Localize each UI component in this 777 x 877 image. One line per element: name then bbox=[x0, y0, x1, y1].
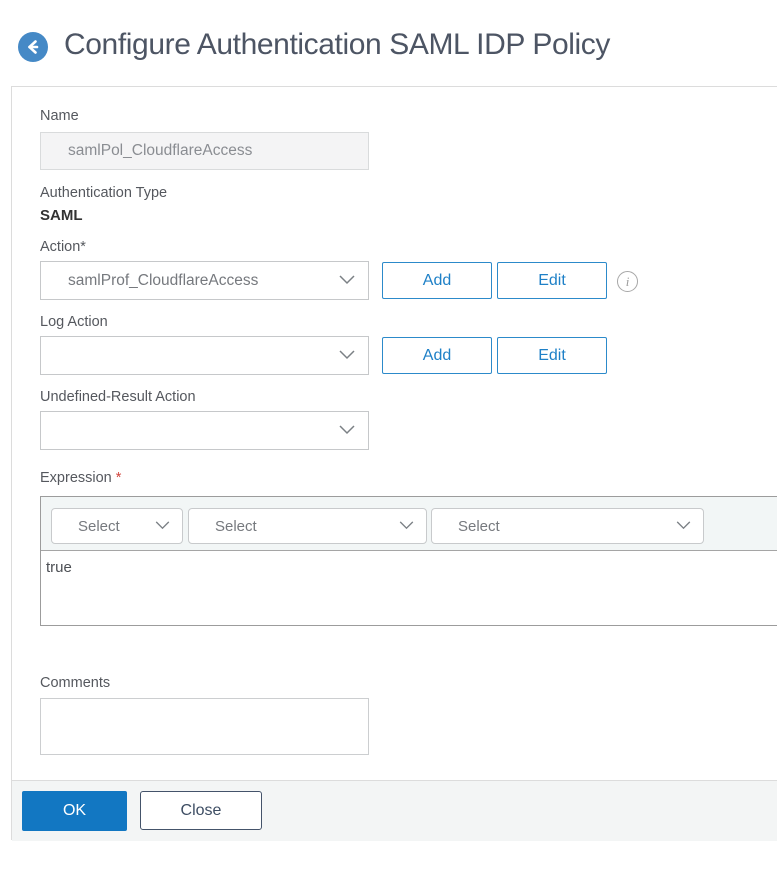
log-action-select[interactable] bbox=[40, 336, 369, 375]
name-input bbox=[40, 132, 369, 170]
required-asterisk: * bbox=[115, 470, 122, 486]
expression-select-2[interactable]: Select bbox=[188, 508, 427, 544]
log-action-label: Log Action bbox=[40, 314, 108, 330]
comments-label: Comments bbox=[40, 675, 111, 691]
expression-select-2-value: Select bbox=[215, 517, 257, 535]
action-select[interactable]: samlProf_CloudflareAccess bbox=[40, 261, 369, 300]
undefined-result-action-label: Undefined-Result Action bbox=[40, 389, 196, 405]
expression-input[interactable]: true bbox=[41, 551, 777, 625]
action-label: Action* bbox=[40, 239, 86, 255]
chevron-down-icon bbox=[676, 517, 691, 535]
configure-saml-idp-policy-page: Configure Authentication SAML IDP Policy… bbox=[0, 0, 777, 877]
back-button[interactable] bbox=[18, 32, 48, 62]
form-panel: Name Authentication Type SAML Action* sa… bbox=[11, 86, 777, 841]
action-add-button[interactable]: Add bbox=[382, 262, 492, 299]
expression-toolbar: Select Select Select bbox=[41, 497, 777, 551]
chevron-down-icon bbox=[339, 422, 355, 440]
action-select-value: samlProf_CloudflareAccess bbox=[68, 271, 259, 289]
arrow-left-icon bbox=[25, 39, 41, 55]
comments-input[interactable] bbox=[40, 698, 369, 755]
expression-editor: Select Select Select true bbox=[40, 496, 777, 626]
chevron-down-icon bbox=[399, 517, 414, 535]
info-circle-icon[interactable]: i bbox=[617, 271, 638, 292]
authentication-type-label: Authentication Type bbox=[40, 185, 168, 201]
log-action-edit-button[interactable]: Edit bbox=[497, 337, 607, 374]
ok-button[interactable]: OK bbox=[22, 791, 127, 831]
page-title: Configure Authentication SAML IDP Policy bbox=[64, 28, 610, 61]
name-label: Name bbox=[40, 108, 79, 124]
footer-bar: OK Close bbox=[12, 780, 777, 841]
log-action-add-button[interactable]: Add bbox=[382, 337, 492, 374]
expression-select-3[interactable]: Select bbox=[431, 508, 704, 544]
expression-select-1-value: Select bbox=[78, 517, 120, 535]
chevron-down-icon bbox=[339, 347, 355, 365]
close-button[interactable]: Close bbox=[140, 791, 262, 830]
expression-label: Expression * bbox=[40, 470, 122, 486]
undefined-result-action-select[interactable] bbox=[40, 411, 369, 450]
expression-select-3-value: Select bbox=[458, 517, 500, 535]
authentication-type-value: SAML bbox=[40, 207, 83, 224]
expression-select-1[interactable]: Select bbox=[51, 508, 183, 544]
chevron-down-icon bbox=[339, 272, 355, 290]
action-edit-button[interactable]: Edit bbox=[497, 262, 607, 299]
chevron-down-icon bbox=[155, 517, 170, 535]
